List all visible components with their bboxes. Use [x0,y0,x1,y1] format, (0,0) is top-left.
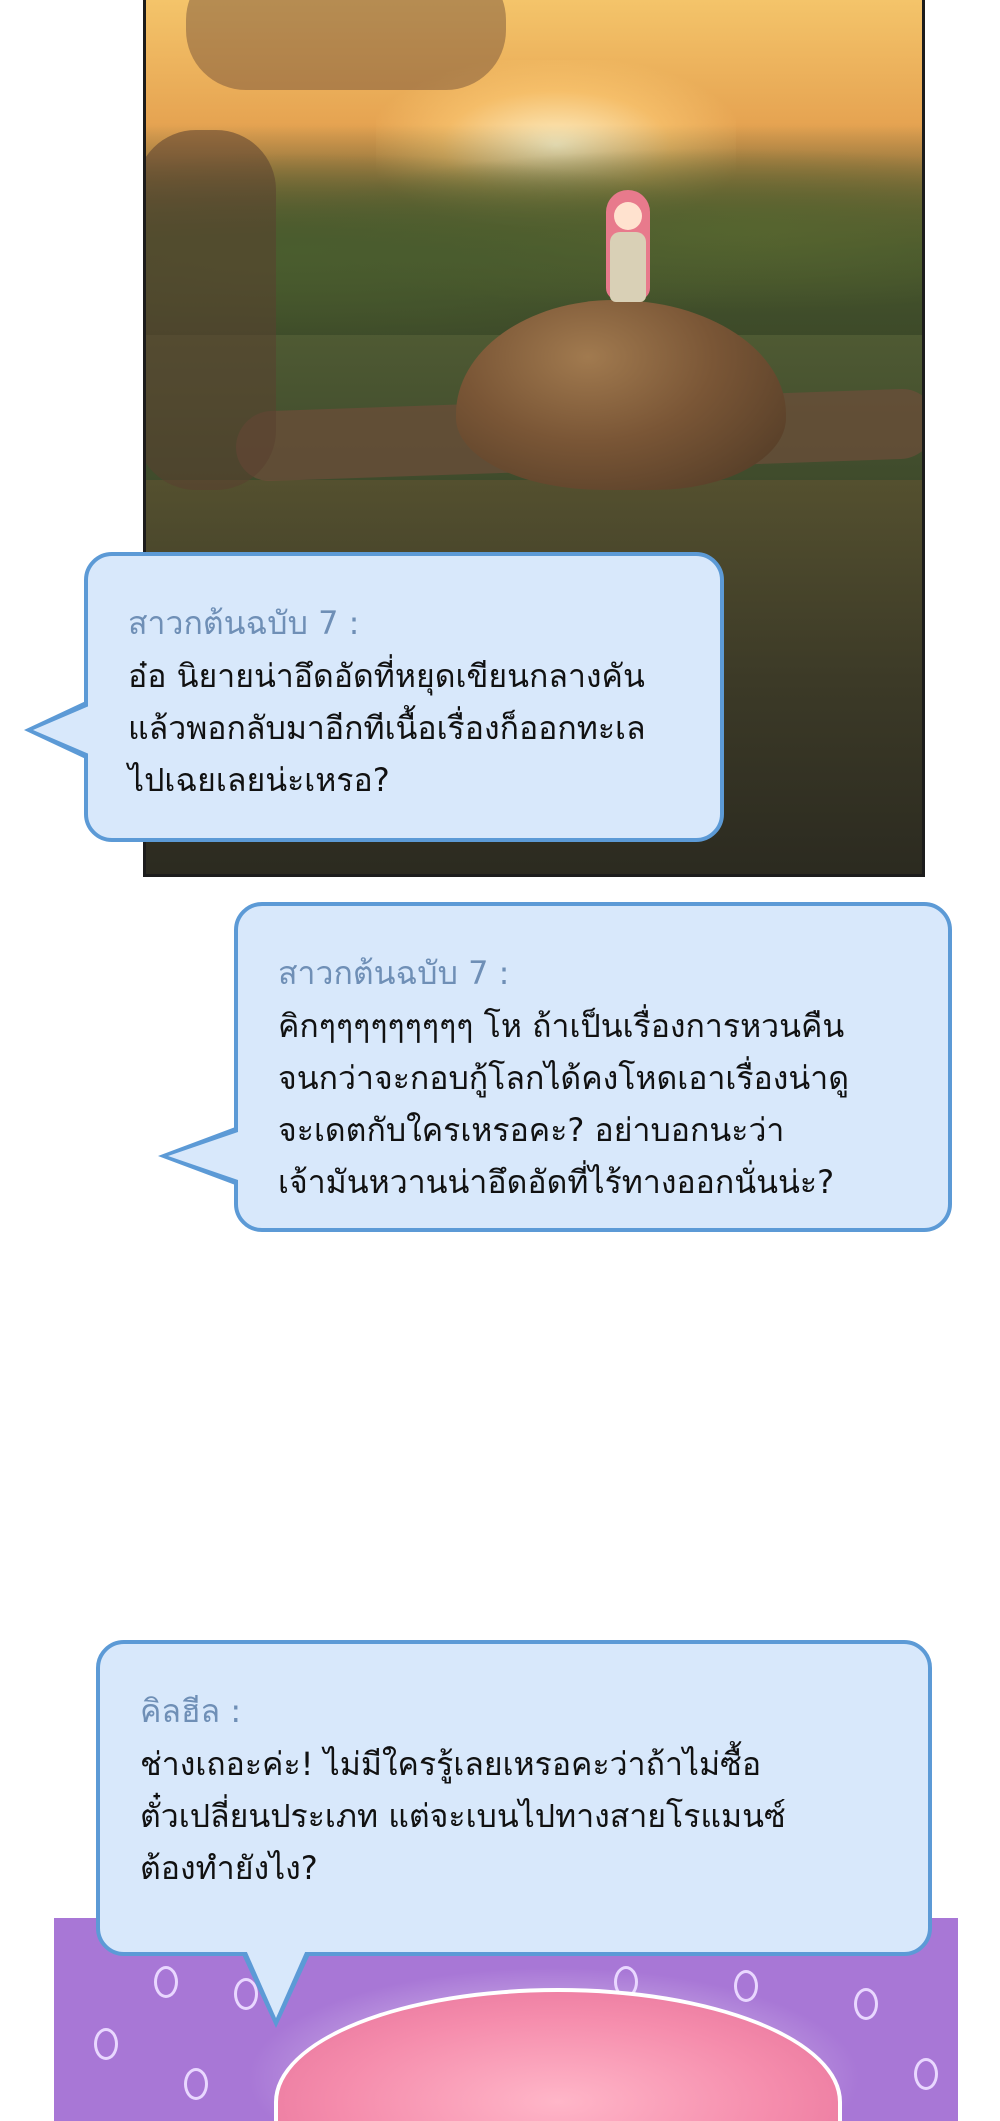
dialogue-line: อ๋อ นิยายน่าอึดอัดที่หยุดเขียนกลางคัน [128,657,645,695]
dialogue-line: ไปเฉยเลยน่ะเหรอ? [128,761,390,799]
speaker-name: คิลฮีล : [140,1692,242,1730]
sparkle-mark [154,1966,178,1998]
speech-bubble-tail-fill [246,1950,306,2018]
sparkle-mark [94,2028,118,2060]
dialogue-line: ตั๋วเปลี่ยนประเภท แต่จะเบนไปทางสายโรแมนซ… [140,1797,786,1835]
speaker-name: สาวกต้นฉบับ 7 : [278,954,510,992]
foreground-hand [186,0,506,90]
dialogue-line: จะเดตกับใครเหรอคะ? อย่าบอกนะว่า [278,1111,785,1149]
sparkle-mark [914,2058,938,2090]
speech-bubble-1: สาวกต้นฉบับ 7 : อ๋อ นิยายน่าอึดอัดที่หยุ… [84,552,724,842]
sparkle-mark [854,1988,878,2020]
dialogue-line: แล้วพอกลับมาอีกทีเนื้อเรื่องก็ออกทะเล [128,709,646,747]
speech-bubble-tail-fill [33,706,89,754]
character-girl-on-rock [598,190,658,330]
dialogue-line: คิกๆๆๆๆๆๆๆๆๆ โห ถ้าเป็นเรื่องการหวนคืน [278,1007,845,1045]
foreground-silhouette [146,130,276,490]
dialogue-line: จนกว่าจะกอบกู้โลกได้คงโหดเอาเรื่องน่าดู [278,1059,850,1097]
speaker-name: สาวกต้นฉบับ 7 : [128,604,360,642]
dialogue-line: ต้องทำยังไง? [140,1849,318,1887]
speech-bubble-tail-fill [168,1132,238,1180]
dialogue-line: เจ้ามันหวานน่าอึดอัดที่ไร้ทางออกนั่นน่ะ? [278,1163,835,1201]
dialogue-line: ช่างเถอะค่ะ! ไม่มีใครรู้เลยเหรอคะว่าถ้าไ… [140,1745,762,1783]
speech-bubble-3: คิลฮีล : ช่างเถอะค่ะ! ไม่มีใครรู้เลยเหรอ… [96,1640,932,1956]
sparkle-mark [184,2068,208,2100]
sparkle-mark [734,1970,758,2002]
speech-bubble-2: สาวกต้นฉบับ 7 : คิกๆๆๆๆๆๆๆๆๆ โห ถ้าเป็นเ… [234,902,952,1232]
